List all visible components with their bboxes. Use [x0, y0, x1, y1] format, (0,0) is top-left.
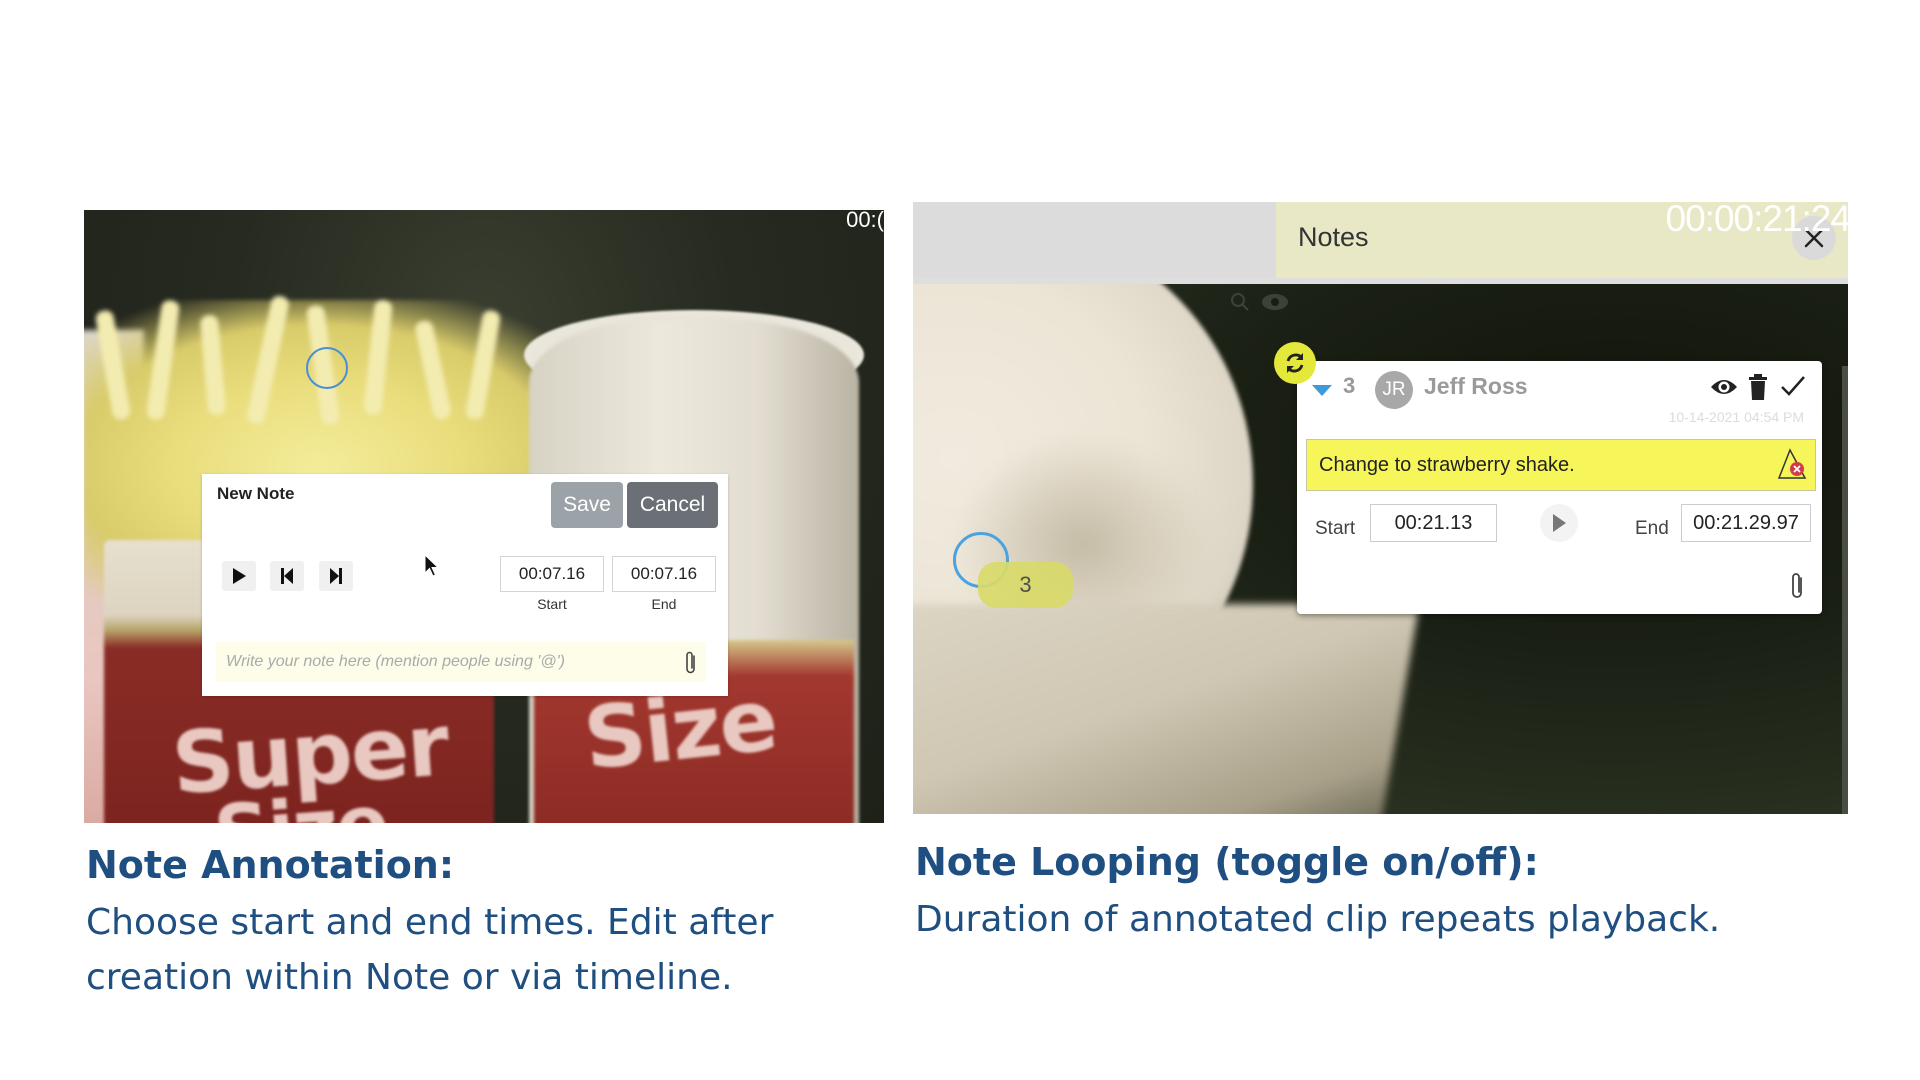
paperclip-icon[interactable]: [684, 650, 698, 682]
skip-forward-icon: [330, 568, 342, 584]
end-time-input[interactable]: 00:07.16: [612, 556, 716, 592]
expand-arrow-icon[interactable]: [1312, 385, 1332, 396]
video-tool-icons[interactable]: [1228, 290, 1290, 320]
start-time-input[interactable]: 00:07.16: [500, 556, 604, 592]
end-time-input[interactable]: 00:21.29.97: [1681, 504, 1811, 542]
end-label: End: [651, 596, 677, 612]
right-caption-title: Note Looping (toggle on/off):: [915, 840, 1539, 884]
annotation-marker-badge[interactable]: 3: [978, 562, 1073, 608]
right-caption-body: Duration of annotated clip repeats playb…: [915, 899, 1721, 940]
note-text: Change to strawberry shake.: [1319, 453, 1575, 476]
play-button[interactable]: [1540, 504, 1578, 542]
loop-toggle-button[interactable]: [1274, 342, 1316, 384]
loop-icon: [1286, 353, 1304, 373]
left-caption-body: Choose start and end times. Edit after c…: [86, 902, 774, 998]
annotation-marker-circle[interactable]: [306, 347, 348, 389]
note-card: 3 JR Jeff Ross 10-14-2021 04:54 PM Chang…: [1297, 361, 1822, 614]
play-icon: [233, 568, 246, 584]
search-icon[interactable]: [1228, 290, 1252, 314]
note-text-input[interactable]: Write your note here (mention people usi…: [216, 642, 706, 682]
skip-forward-button[interactable]: [319, 561, 353, 591]
trash-icon[interactable]: [1748, 373, 1768, 405]
mouse-cursor-icon: [424, 553, 440, 582]
start-time-input[interactable]: 00:21.13: [1370, 504, 1497, 542]
left-video-player[interactable]: Super Size Size 00:( New Note Save Cance…: [84, 210, 884, 823]
top-bar: [913, 202, 1276, 282]
header-divider: [913, 278, 1848, 284]
check-icon[interactable]: [1779, 373, 1807, 406]
notes-panel-title: Notes: [1298, 222, 1369, 252]
note-placeholder: Write your note here (mention people usi…: [226, 653, 565, 670]
video-scrollbar[interactable]: [1842, 366, 1848, 814]
visibility-icon[interactable]: [1260, 290, 1290, 314]
start-label: Start: [1315, 518, 1356, 539]
paperclip-icon[interactable]: [1790, 571, 1806, 608]
video-timecode: 00:(: [846, 210, 884, 232]
avatar: JR: [1375, 371, 1413, 409]
warning-icon[interactable]: [1777, 448, 1807, 484]
note-timestamp: 10-14-2021 04:54 PM: [1668, 409, 1804, 425]
save-button[interactable]: Save: [551, 482, 623, 528]
video-timecode: 00:00:21:24: [1665, 202, 1848, 239]
end-label: End: [1635, 518, 1669, 539]
eye-icon[interactable]: [1709, 375, 1739, 403]
note-author: Jeff Ross: [1424, 373, 1528, 399]
new-note-dialog: New Note Save Cancel 00:07.16 00:07.16 S…: [202, 474, 728, 696]
skip-back-button[interactable]: [270, 561, 304, 591]
note-text-field[interactable]: Change to strawberry shake.: [1306, 439, 1816, 491]
start-label: Start: [537, 596, 567, 612]
note-number: 3: [1343, 373, 1356, 398]
skip-back-icon: [281, 568, 293, 584]
left-caption-title: Note Annotation:: [86, 843, 455, 887]
right-video-player[interactable]: Notes 00:00:21:24 3 3 JR Jeff Ross 10-14…: [913, 202, 1848, 814]
play-button[interactable]: [222, 561, 256, 591]
new-note-title: New Note: [217, 484, 295, 503]
cancel-button[interactable]: Cancel: [627, 482, 718, 528]
play-icon: [1553, 514, 1566, 532]
video-cup-body: [913, 604, 1420, 814]
